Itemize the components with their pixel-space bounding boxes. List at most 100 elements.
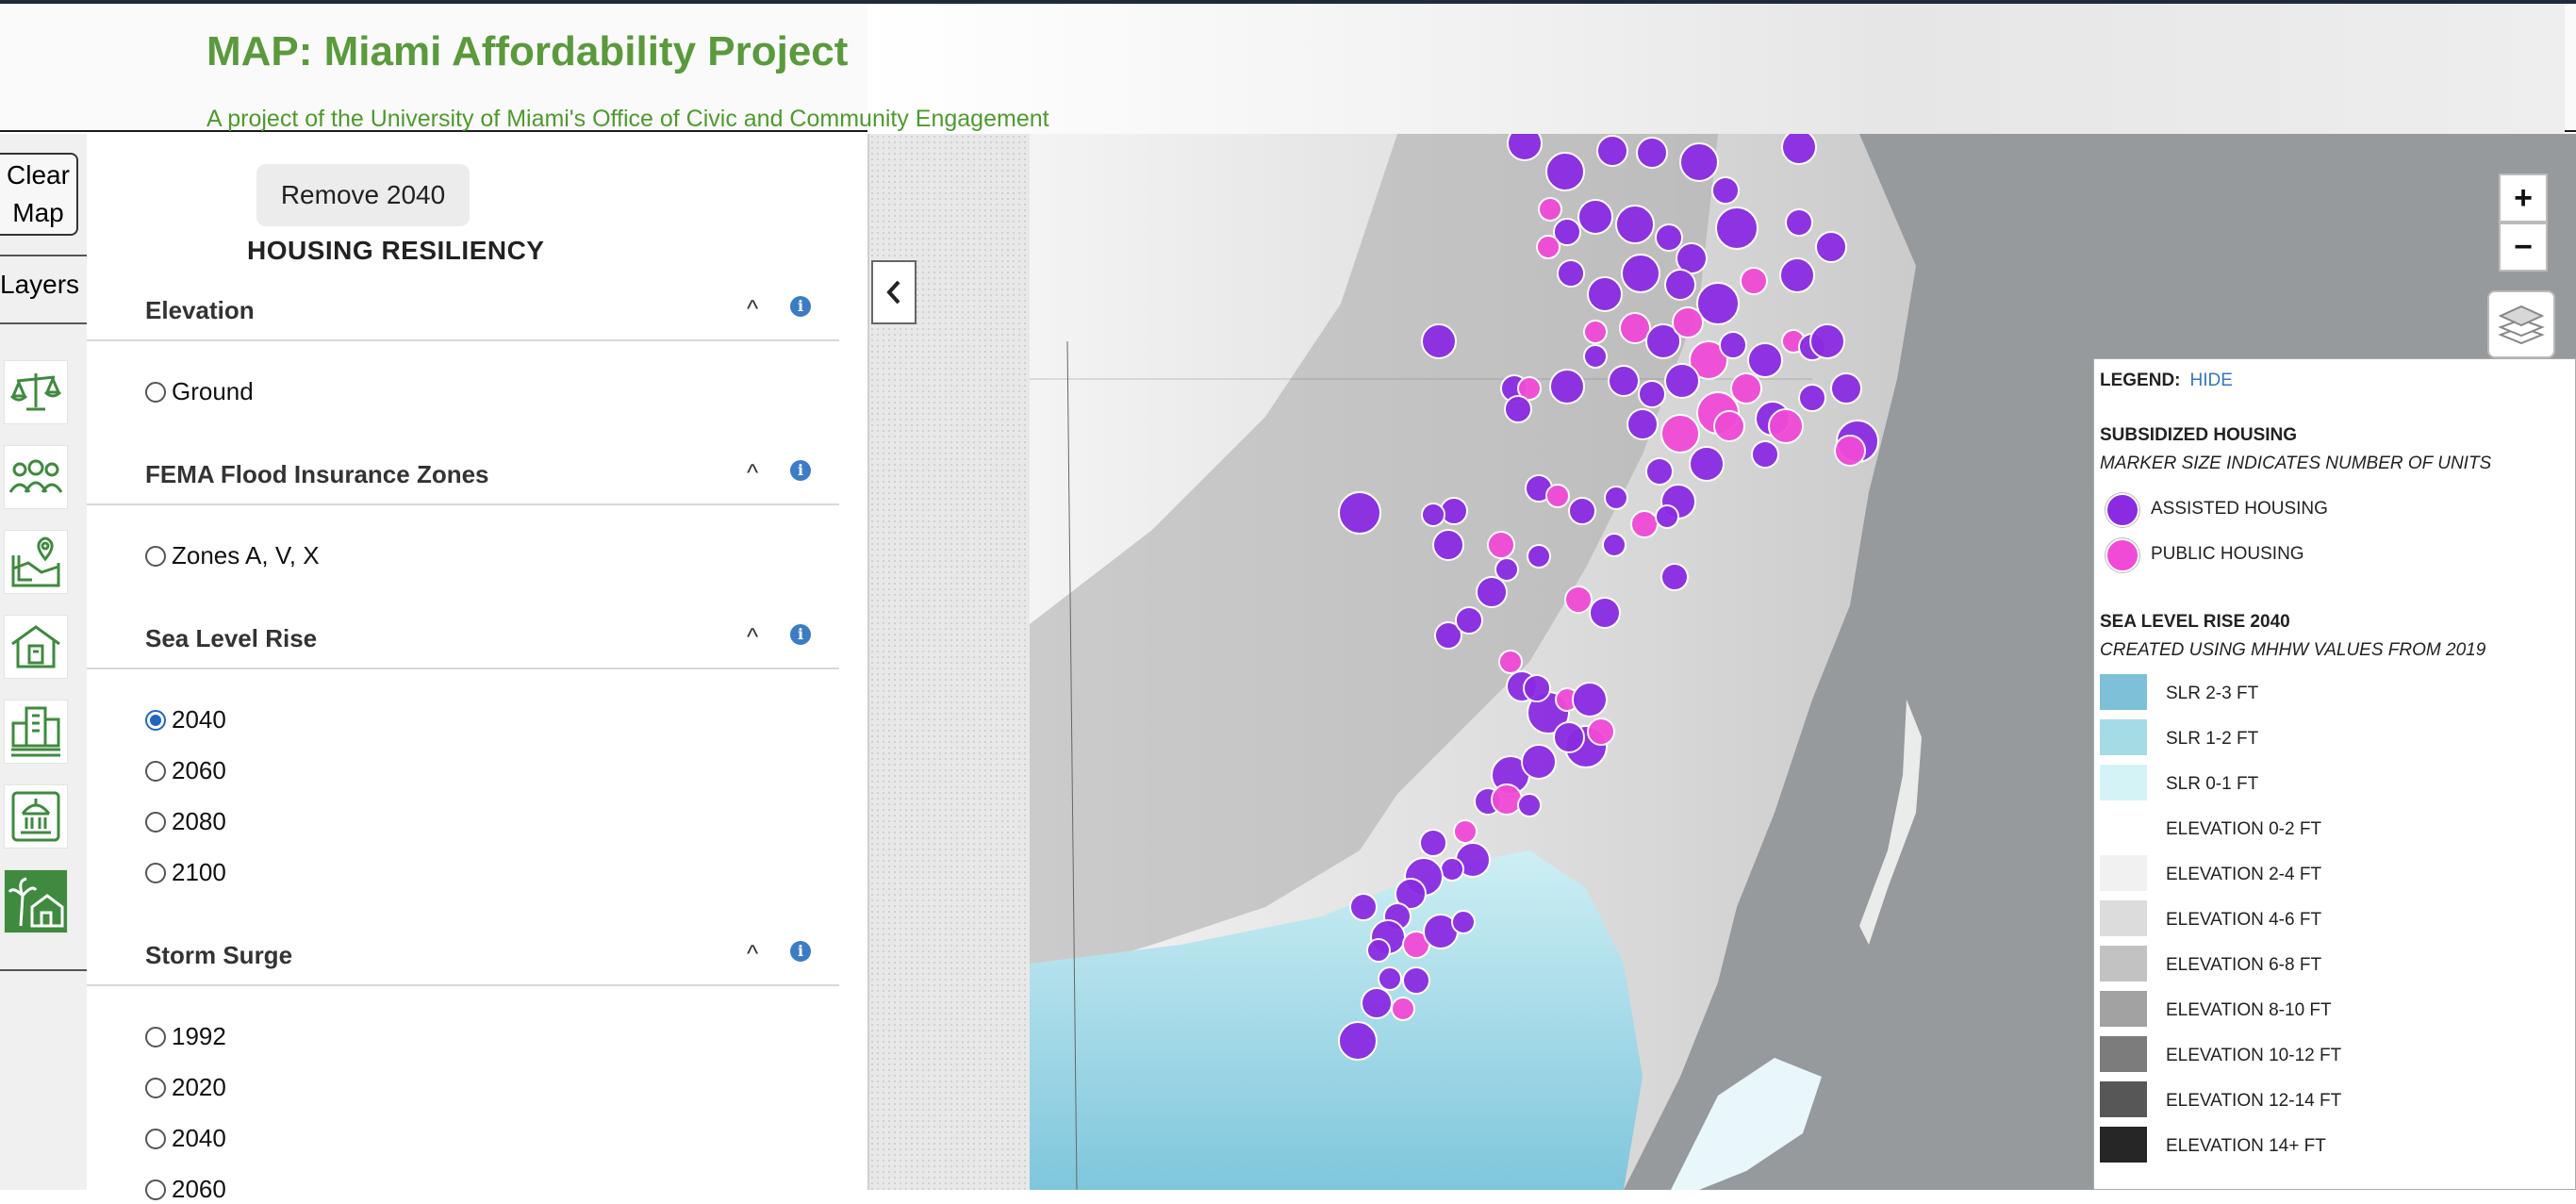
radio-button[interactable] xyxy=(145,381,166,403)
assisted-housing-marker[interactable] xyxy=(1655,504,1679,529)
public-housing-marker[interactable] xyxy=(1768,408,1804,444)
group-title-sea-level-rise[interactable]: Sea Level Rise xyxy=(145,624,317,653)
assisted-housing-marker[interactable] xyxy=(1361,987,1393,1019)
assisted-housing-marker[interactable] xyxy=(1638,380,1666,408)
group-title-fema[interactable]: FEMA Flood Insurance Zones xyxy=(145,460,489,489)
clear-map-button[interactable]: Clear Map xyxy=(0,153,78,236)
assisted-housing-marker[interactable] xyxy=(1604,486,1628,510)
public-housing-marker[interactable] xyxy=(1730,372,1762,404)
radio-button[interactable] xyxy=(145,760,166,782)
zoom-in-button[interactable]: + xyxy=(2499,173,2548,223)
info-icon[interactable]: i xyxy=(790,624,811,645)
public-housing-marker[interactable] xyxy=(1630,510,1659,538)
option-zones[interactable]: Zones A, V, X xyxy=(145,541,320,570)
assisted-housing-marker[interactable] xyxy=(1476,576,1508,608)
option-slr-2080[interactable]: 2080 xyxy=(145,807,226,836)
radio-button[interactable] xyxy=(145,811,166,833)
government-building-icon[interactable] xyxy=(4,784,68,849)
public-housing-marker[interactable] xyxy=(1453,819,1478,844)
palm-house-icon[interactable] xyxy=(4,869,68,933)
assisted-housing-marker[interactable] xyxy=(1549,369,1585,404)
assisted-housing-marker[interactable] xyxy=(1645,457,1674,486)
option-slr-2100[interactable]: 2100 xyxy=(145,858,226,887)
group-title-elevation[interactable]: Elevation xyxy=(145,296,255,325)
assisted-housing-marker[interactable] xyxy=(1378,966,1402,991)
people-group-icon[interactable] xyxy=(4,445,68,509)
assisted-housing-marker[interactable] xyxy=(1553,721,1585,753)
housing-icon[interactable] xyxy=(4,615,68,679)
map-pin-icon[interactable] xyxy=(4,530,68,594)
option-slr-2060[interactable]: 2060 xyxy=(145,756,226,785)
assisted-housing-marker[interactable] xyxy=(1572,682,1608,717)
assisted-housing-marker[interactable] xyxy=(1627,408,1659,440)
public-housing-marker[interactable] xyxy=(1498,650,1523,674)
collapse-panel-button[interactable] xyxy=(871,260,916,324)
assisted-housing-marker[interactable] xyxy=(1421,503,1445,527)
assisted-housing-marker[interactable] xyxy=(1577,199,1613,235)
info-icon[interactable]: i xyxy=(790,296,811,317)
assisted-housing-marker[interactable] xyxy=(1689,446,1725,482)
app-title[interactable]: MAP: Miami Affordability Project xyxy=(206,28,848,75)
radio-button[interactable] xyxy=(145,709,166,731)
assisted-housing-marker[interactable] xyxy=(1419,829,1447,857)
option-ground[interactable]: Ground xyxy=(145,377,254,406)
assisted-housing-marker[interactable] xyxy=(1402,966,1430,995)
assisted-housing-marker[interactable] xyxy=(1608,365,1640,397)
zoom-out-button[interactable]: − xyxy=(2499,223,2548,272)
assisted-housing-marker[interactable] xyxy=(1711,176,1740,205)
assisted-housing-marker[interactable] xyxy=(1636,137,1668,169)
public-housing-marker[interactable] xyxy=(1491,783,1523,816)
radio-button[interactable] xyxy=(145,862,166,883)
assisted-housing-marker[interactable] xyxy=(1664,269,1696,301)
assisted-housing-marker[interactable] xyxy=(1696,282,1740,325)
assisted-housing-marker[interactable] xyxy=(1455,606,1483,635)
assisted-housing-marker[interactable] xyxy=(1715,206,1759,250)
info-icon[interactable]: i xyxy=(790,460,811,481)
public-housing-marker[interactable] xyxy=(1660,414,1700,454)
assisted-housing-marker[interactable] xyxy=(1798,384,1826,412)
assisted-housing-marker[interactable] xyxy=(1655,223,1683,252)
assisted-housing-marker[interactable] xyxy=(1521,744,1557,780)
assisted-housing-marker[interactable] xyxy=(1664,363,1700,399)
assisted-housing-marker[interactable] xyxy=(1432,529,1464,561)
remove-layer-button[interactable]: Remove 2040 xyxy=(256,164,470,226)
assisted-housing-marker[interactable] xyxy=(1451,910,1476,934)
assisted-housing-marker[interactable] xyxy=(1517,793,1542,817)
assisted-housing-marker[interactable] xyxy=(1719,331,1747,359)
collapse-caret-icon[interactable]: ^ xyxy=(747,939,758,968)
assisted-housing-marker[interactable] xyxy=(1527,544,1551,569)
public-housing-marker[interactable] xyxy=(1587,717,1615,746)
assisted-housing-marker[interactable] xyxy=(1751,440,1779,469)
assisted-housing-marker[interactable] xyxy=(1679,142,1719,182)
option-surge-2020[interactable]: 2020 xyxy=(145,1073,226,1102)
assisted-housing-marker[interactable] xyxy=(1568,497,1596,525)
option-slr-2040[interactable]: 2040 xyxy=(145,705,226,734)
assisted-housing-marker[interactable] xyxy=(1815,231,1847,263)
radio-button[interactable] xyxy=(145,545,166,567)
public-housing-marker[interactable] xyxy=(1391,997,1415,1021)
collapse-caret-icon[interactable]: ^ xyxy=(747,294,758,323)
public-housing-marker[interactable] xyxy=(1619,312,1651,344)
assisted-housing-marker[interactable] xyxy=(1583,344,1608,369)
assisted-housing-marker[interactable] xyxy=(1494,557,1519,582)
radio-button[interactable] xyxy=(145,1077,166,1098)
assisted-housing-marker[interactable] xyxy=(1589,597,1621,629)
assisted-housing-marker[interactable] xyxy=(1830,372,1862,404)
assisted-housing-marker[interactable] xyxy=(1338,491,1381,535)
assisted-housing-marker[interactable] xyxy=(1440,857,1464,882)
balance-scale-icon[interactable] xyxy=(4,360,68,424)
assisted-housing-marker[interactable] xyxy=(1507,134,1543,161)
assisted-housing-marker[interactable] xyxy=(1523,674,1551,702)
assisted-housing-marker[interactable] xyxy=(1809,323,1845,359)
legend-hide-link[interactable]: HIDE xyxy=(2190,371,2233,390)
collapse-caret-icon[interactable]: ^ xyxy=(747,458,758,487)
public-housing-marker[interactable] xyxy=(1834,435,1866,467)
assisted-housing-marker[interactable] xyxy=(1660,563,1689,591)
info-icon[interactable]: i xyxy=(790,941,811,962)
public-housing-marker[interactable] xyxy=(1538,197,1562,222)
collapse-caret-icon[interactable]: ^ xyxy=(747,622,758,651)
assisted-housing-marker[interactable] xyxy=(1621,254,1660,293)
public-housing-marker[interactable] xyxy=(1564,586,1593,614)
assisted-housing-marker[interactable] xyxy=(1596,135,1628,167)
public-housing-marker[interactable] xyxy=(1740,267,1768,295)
